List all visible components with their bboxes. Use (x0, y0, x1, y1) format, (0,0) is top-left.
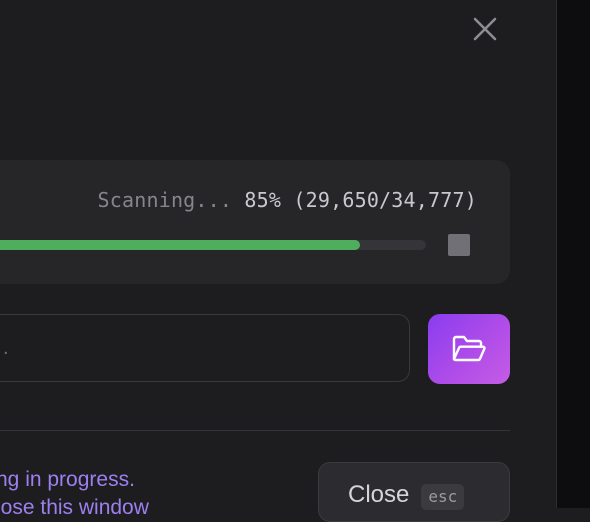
scan-progress-bar (0, 240, 426, 250)
scan-status-text: Scanning... 85% (29,650/34,777) (98, 188, 478, 212)
footer-message-line1: ng in progress. (0, 468, 135, 491)
scan-progress-fill (0, 240, 360, 250)
dialog-close-x-button[interactable] (470, 14, 500, 44)
scan-status-prefix: Scanning... (97, 188, 245, 212)
footer-message-line2: lose this window (0, 496, 149, 519)
footer-divider (0, 430, 510, 431)
scan-percent-count: 85% (29,650/34,777) (244, 188, 477, 212)
scan-in-progress-message: ng in progress. lose this window (0, 466, 149, 522)
path-input[interactable] (0, 314, 410, 382)
scan-progress-card: Scanning... 85% (29,650/34,777) (0, 160, 510, 284)
esc-shortcut-badge: esc (421, 484, 465, 510)
stop-scan-button[interactable] (448, 234, 470, 256)
x-icon (473, 17, 497, 41)
background-window-edge (556, 0, 590, 508)
browse-folder-button[interactable] (428, 314, 510, 384)
close-button-label: Close (348, 481, 410, 508)
folder-open-icon (452, 335, 486, 362)
close-button[interactable]: Close esc (318, 462, 510, 522)
